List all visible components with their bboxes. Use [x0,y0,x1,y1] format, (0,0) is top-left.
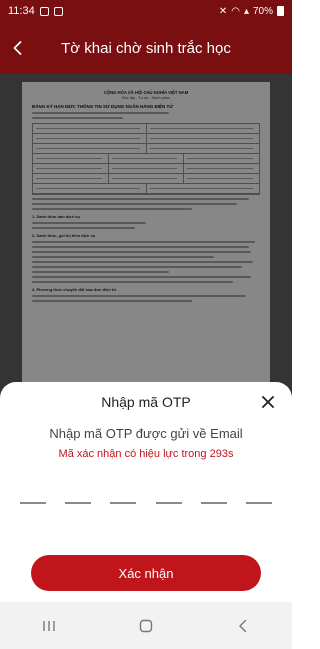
battery-percent: 70% [252,5,273,17]
otp-sheet-title: Nhập mã OTP [101,394,191,410]
otp-digit-slot[interactable] [200,502,227,504]
recents-button[interactable] [29,611,69,641]
mute-icon: ✕ [218,5,228,17]
notification-icon [39,6,49,16]
close-button[interactable] [260,394,276,410]
home-icon [139,619,153,632]
notification-icon [53,6,63,16]
recents-icon [42,620,55,631]
status-time: 11:34 [8,5,35,17]
otp-digit-slot[interactable] [155,502,182,504]
nav-back-button[interactable] [223,611,263,641]
otp-instruction: Nhập mã OTP được gửi về Email [49,426,243,441]
battery-icon [277,6,284,16]
confirm-button[interactable]: Xác nhận [31,555,261,591]
back-icon [239,619,247,632]
otp-digit-slot[interactable] [65,502,92,504]
signal-icon: ▴ [243,5,249,17]
app-bar: Tờ khai chờ sinh trắc học [0,22,292,74]
otp-validity-timer: Mã xác nhận có hiệu lực trong 293s [58,448,234,460]
wifi-icon: ◠ [231,5,240,17]
close-icon [262,396,274,408]
page-title: Tờ khai chờ sinh trắc học [61,39,231,57]
arrow-left-icon [13,41,22,55]
otp-input[interactable] [20,502,272,504]
system-nav-bar [0,602,292,649]
otp-digit-slot[interactable] [110,502,137,504]
back-button[interactable] [0,22,36,74]
status-bar: 11:34 ✕ ◠ ▴ 70% [0,0,292,22]
otp-digit-slot[interactable] [245,502,272,504]
modal-backdrop[interactable] [0,74,292,404]
home-button[interactable] [126,611,166,641]
otp-digit-slot[interactable] [20,502,46,504]
